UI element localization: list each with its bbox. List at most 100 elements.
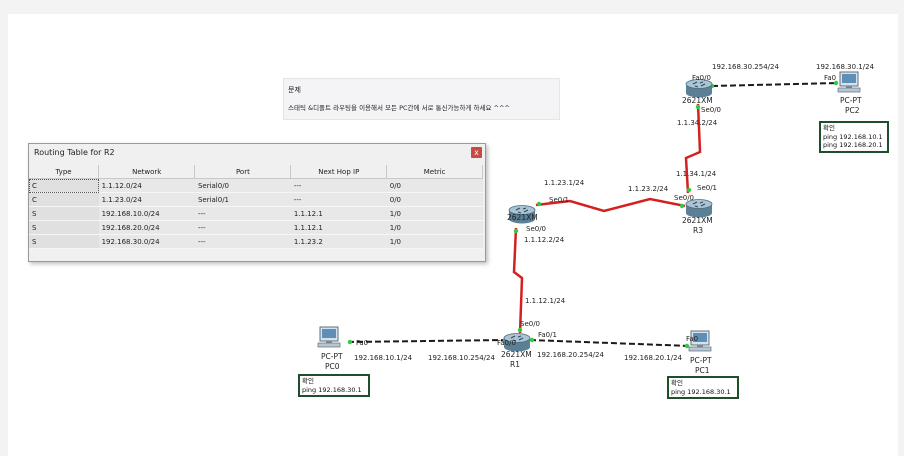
cell-port: Serial0/0 [194,178,291,193]
routing-table-window[interactable]: Routing Table for R2 x Type Network Port… [28,143,486,262]
ip-label: 1.1.23.2/24 [628,185,669,193]
serial-link-r2-r1[interactable] [512,227,524,334]
cell-metric: 1/0 [386,220,483,235]
cell-next-hop: --- [290,178,387,193]
ip-label: 1.1.12.2/24 [524,236,565,244]
cell-metric: 1/0 [386,234,483,249]
serial-link-r3-r4[interactable] [684,103,702,194]
cell-network: 192.168.10.0/24 [98,206,195,221]
link-status-dot [536,201,542,207]
cell-type: C [29,178,99,193]
cell-port: --- [194,206,291,221]
cell-next-hop: 1.1.23.2 [290,234,387,249]
cell-network: 1.1.12.0/24 [98,178,195,193]
link-status-dot [517,327,523,333]
pc1-type-label: PC-PT [690,356,712,365]
note-title: 확인 [671,379,683,387]
interface-label: Se0/1 [549,196,570,204]
interface-label: Fa0/0 [497,339,516,347]
interface-label: Fa0 [824,74,837,82]
ip-label: 192.168.20.1/24 [624,354,683,362]
pc1-note[interactable]: 확인 ping 192.168.30.1 [667,376,739,399]
table-row[interactable]: C 1.1.23.0/24 Serial0/1 --- 0/0 [29,192,483,207]
interface-label: Se0/0 [526,225,547,233]
link-status-dot [684,343,690,349]
cell-port: Serial0/1 [194,192,291,207]
interface-label: Se0/0 [674,194,695,202]
pc-icon[interactable] [837,71,861,93]
instruction-note[interactable]: 문제 스태틱 &디폴트 라우팅을 이용해서 모든 PC간에 서로 통신가능하게 … [283,78,560,120]
interface-label: Se0/0 [520,320,541,328]
column-header[interactable]: Metric [386,165,483,179]
link-status-dot [679,203,685,209]
ip-label: 192.168.20.254/24 [537,351,604,359]
table-row[interactable]: S 192.168.20.0/24 --- 1.1.12.1 1/0 [29,220,483,235]
cell-type: C [29,192,99,207]
pc0-note[interactable]: 확인 ping 192.168.30.1 [298,374,370,397]
cell-metric: 0/0 [386,178,483,193]
pc1-name-label: PC1 [695,366,710,375]
table-row[interactable]: C 1.1.12.0/24 Serial0/0 --- 0/0 [29,178,483,193]
pc2-name-label: PC2 [845,106,860,115]
cell-network: 192.168.30.0/24 [98,234,195,249]
cell-metric: 0/0 [386,192,483,207]
pc-icon[interactable] [317,326,341,348]
window-title: Routing Table for R2 [34,148,115,157]
interface-label: Fa0 [686,335,699,343]
ip-label: 192.168.30.254/24 [712,63,779,71]
pc0-name-label: PC0 [325,362,340,371]
cell-type: S [29,220,99,235]
link-status-dot [513,228,519,234]
interface-label: Fa0/1 [538,331,557,339]
note-line: ping 192.168.10.1 [823,132,883,141]
r2-model-label: 2621XM [507,213,538,222]
cell-network: 1.1.23.0/24 [98,192,195,207]
column-header[interactable]: Network [98,165,196,179]
ethernet-link-r4-pc2[interactable] [711,82,839,87]
ip-label: 1.1.34.1/24 [676,170,717,178]
table-row[interactable]: S 192.168.30.0/24 --- 1.1.23.2 1/0 [29,234,483,249]
column-header[interactable]: Next Hop IP [290,165,388,179]
ethernet-link-pc0-r1[interactable] [347,339,507,343]
note-title: 확인 [823,124,835,132]
router-icon[interactable] [685,199,713,218]
pc0-type-label: PC-PT [321,352,343,361]
interface-label: Fa0 [356,339,369,347]
router-icon[interactable] [685,79,713,98]
note-line: ping 192.168.30.1 [302,385,362,394]
table-row[interactable]: S 192.168.10.0/24 --- 1.1.12.1 1/0 [29,206,483,221]
ip-label: 192.168.30.1/24 [816,63,875,71]
note-line: ping 192.168.20.1 [823,141,883,149]
note-title: 확인 [302,377,314,385]
r1-model-label: 2621XM [501,350,532,359]
ip-label: 192.168.10.254/24 [428,354,495,362]
cell-next-hop: 1.1.12.1 [290,206,387,221]
r4-model-label: 2621XM [682,96,713,105]
routing-table: Type Network Port Next Hop IP Metric C 1… [29,165,483,249]
cell-next-hop: --- [290,192,387,207]
cell-next-hop: 1.1.12.1 [290,220,387,235]
cell-port: --- [194,220,291,235]
column-header[interactable]: Type [29,165,100,179]
cell-network: 192.168.20.0/24 [98,220,195,235]
cell-port: --- [194,234,291,249]
ip-label: 1.1.23.1/24 [544,179,585,187]
cell-type: S [29,234,99,249]
note-title: 문제 [288,86,301,94]
ethernet-link-r1-pc1[interactable] [529,339,691,347]
pc2-note[interactable]: 확인 ping 192.168.10.1 ping 192.168.20.1 [819,121,889,153]
interface-label: Se0/1 [697,184,718,192]
table-header-row: Type Network Port Next Hop IP Metric [29,165,483,179]
cell-metric: 1/0 [386,206,483,221]
column-header[interactable]: Port [194,165,292,179]
link-status-dot [347,339,353,345]
r3-name-label: R3 [693,226,703,235]
interface-label: Fa0/0 [692,74,711,82]
pc2-type-label: PC-PT [840,96,862,105]
close-button[interactable]: x [471,147,482,158]
r1-name-label: R1 [510,360,520,369]
cell-type: S [29,206,99,221]
ip-label: 1.1.34.2/24 [677,119,718,127]
interface-label: Se0/0 [701,106,722,114]
note-line: ping 192.168.30.1 [671,387,731,396]
